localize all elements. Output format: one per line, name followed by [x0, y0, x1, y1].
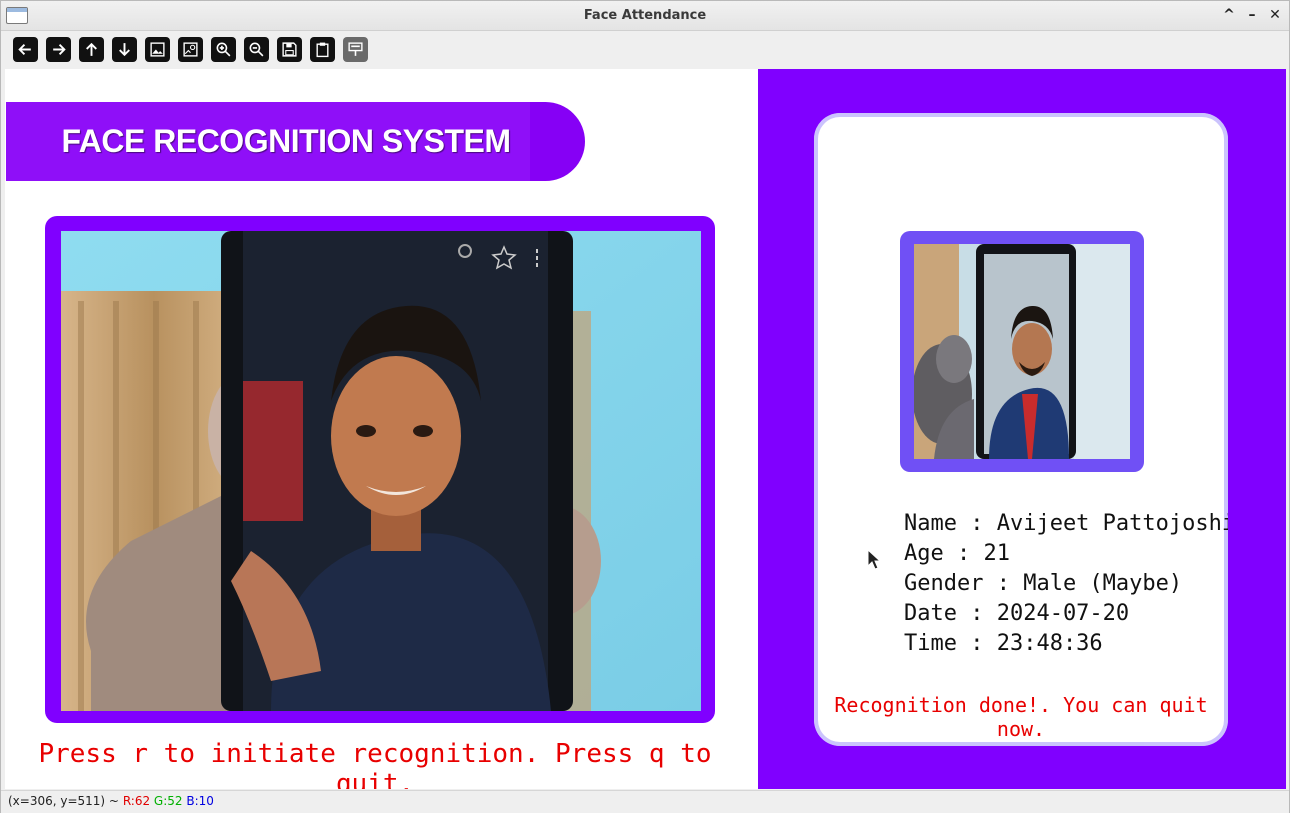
camera-feed-image — [61, 231, 701, 711]
image-canvas[interactable]: FACE RECOGNITION SYSTEM Press r to initi… — [5, 69, 1286, 789]
instruction-text: Press r to initiate recognition. Press q… — [38, 739, 712, 789]
maximize-button[interactable]: ^ — [1220, 6, 1238, 24]
window-title: Face Attendance — [583, 8, 707, 23]
camera-frame — [45, 216, 715, 723]
title-banner: FACE RECOGNITION SYSTEM — [6, 102, 585, 181]
arrow-left-icon[interactable] — [13, 37, 38, 62]
cursor-coords: (x=306, y=511) ~ — [8, 794, 119, 808]
pixel-blue-value: B:10 — [186, 794, 214, 808]
clipboard-icon[interactable] — [310, 37, 335, 62]
date-text: Date : 2024-07-20 — [904, 601, 1130, 626]
close-button[interactable]: ✕ — [1266, 6, 1284, 24]
pixel-red-value: R:62 — [122, 794, 151, 808]
pixel-green-value: G:52 — [153, 794, 183, 808]
save-icon[interactable] — [277, 37, 302, 62]
title-bar[interactable]: Face Attendance ^ – ✕ — [1, 1, 1289, 31]
arrow-up-icon[interactable] — [79, 37, 104, 62]
gender-text: Gender : Male (Maybe) — [904, 571, 1183, 596]
age-text: Age : 21 — [904, 541, 1010, 566]
recognized-face-image — [914, 244, 1130, 459]
recognition-info: Name : Avijeet Pattojoshi Age : 21 Gende… — [904, 509, 1228, 659]
app-window: Face Attendance ^ – ✕ FACE RECOGNITION S… — [0, 0, 1290, 813]
toolbar — [1, 32, 1289, 68]
zoom-in-icon[interactable] — [211, 37, 236, 62]
arrow-right-icon[interactable] — [46, 37, 71, 62]
recognized-photo-frame — [900, 231, 1144, 472]
status-bar: (x=306, y=511) ~ R:62 G:52 B:10 — [1, 790, 1289, 813]
result-panel: Name : Avijeet Pattojoshi Age : 21 Gende… — [758, 69, 1286, 789]
properties-icon[interactable] — [343, 37, 368, 62]
image-icon[interactable] — [145, 37, 170, 62]
mouse-cursor-icon — [867, 549, 881, 570]
arrow-down-icon[interactable] — [112, 37, 137, 62]
time-text: Time : 23:48:36 — [904, 631, 1103, 656]
banner-title: FACE RECOGNITION SYSTEM — [61, 123, 511, 159]
recognition-status-text: Recognition done!. You can quit now. — [834, 693, 1208, 741]
camera-panel: FACE RECOGNITION SYSTEM Press r to initi… — [5, 69, 758, 789]
image-properties-icon[interactable] — [178, 37, 203, 62]
result-card: Name : Avijeet Pattojoshi Age : 21 Gende… — [814, 113, 1228, 746]
zoom-out-icon[interactable] — [244, 37, 269, 62]
minimize-button[interactable]: – — [1243, 6, 1261, 24]
name-text: Name : Avijeet Pattojoshi — [904, 511, 1228, 536]
